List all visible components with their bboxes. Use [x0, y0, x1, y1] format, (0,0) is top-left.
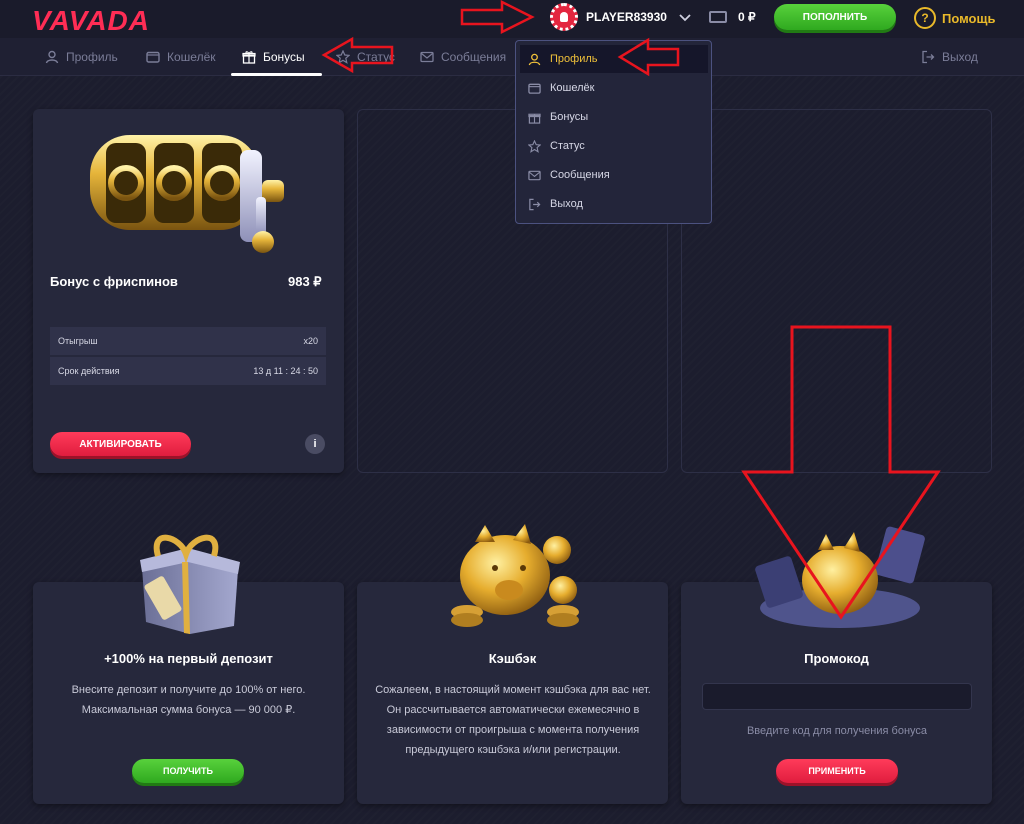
- dropdown-item-label: Кошелёк: [550, 82, 595, 94]
- profile-tabs: Профиль Кошелёк Бонусы Статус Сообщения …: [0, 38, 1024, 76]
- deposit-bonus-text: Внесите депозит и получите до 100% от не…: [71, 684, 306, 716]
- deposit-bonus-title: +100% на первый депозит: [104, 651, 273, 666]
- promocode-title: Промокод: [804, 651, 869, 666]
- dropdown-item-label: Статус: [550, 140, 585, 152]
- logout-icon: [529, 198, 541, 210]
- help-link[interactable]: Помощь: [942, 11, 995, 26]
- dropdown-item-label: Профиль: [550, 53, 598, 65]
- mail-icon: [528, 170, 541, 180]
- slot-machine-illustration: [90, 135, 284, 253]
- promocode-input[interactable]: [702, 683, 972, 710]
- dropdown-item-wallet[interactable]: Кошелёк: [520, 74, 708, 102]
- tab-label: Бонусы: [263, 50, 305, 64]
- bonus-title: Бонус с фриспинов: [50, 274, 178, 289]
- get-bonus-button[interactable]: ПОЛУЧИТЬ: [132, 759, 244, 783]
- dropdown-item-label: Сообщения: [550, 169, 610, 181]
- promocode-illustration: [755, 526, 925, 628]
- dropdown-item-messages[interactable]: Сообщения: [520, 161, 708, 189]
- top-header: VAVADA PLAYER83930 0 ₽ ПОПОЛНИТЬ ? Помощ…: [0, 0, 1024, 38]
- wager-label: Отыгрыш: [58, 336, 98, 346]
- gift-box-illustration: [140, 534, 240, 634]
- dropdown-item-profile[interactable]: Профиль: [520, 45, 708, 73]
- expiry-value: 13 д 11 : 24 : 50: [253, 366, 318, 376]
- wallet-icon: [528, 83, 541, 94]
- gift-icon: [528, 113, 541, 124]
- tab-label: Статус: [357, 50, 395, 64]
- chevron-down-icon[interactable]: [678, 8, 692, 28]
- star-icon: [336, 50, 350, 64]
- dropdown-item-label: Выход: [550, 198, 583, 210]
- username[interactable]: PLAYER83930: [586, 10, 667, 24]
- user-icon: [45, 50, 59, 64]
- wager-value: x20: [303, 336, 318, 346]
- help-icon[interactable]: ?: [914, 7, 936, 29]
- wager-row: Отыгрыш x20: [50, 327, 326, 355]
- wallet-icon: [709, 11, 727, 23]
- avatar[interactable]: [550, 3, 578, 31]
- apply-promocode-button[interactable]: ПРИМЕНИТЬ: [776, 759, 898, 783]
- user-icon: [528, 53, 541, 65]
- expiry-label: Срок действия: [58, 366, 120, 376]
- cashback-title: Кэшбэк: [488, 651, 537, 666]
- wallet-icon: [146, 51, 160, 63]
- gift-icon: [242, 51, 256, 64]
- tab-label: Сообщения: [441, 50, 507, 64]
- dropdown-item-logout[interactable]: Выход: [520, 190, 708, 218]
- info-icon[interactable]: i: [305, 434, 325, 454]
- activate-button[interactable]: АКТИВИРОВАТЬ: [50, 432, 191, 456]
- balance: 0 ₽: [738, 10, 756, 24]
- tab-status[interactable]: Статус: [336, 38, 395, 76]
- empty-bonus-slot: [681, 109, 992, 473]
- tab-wallet[interactable]: Кошелёк: [146, 38, 216, 76]
- tab-profile[interactable]: Профиль: [45, 38, 118, 76]
- profile-dropdown-menu: Профиль Кошелёк Бонусы Статус Сообщения …: [515, 40, 712, 224]
- tab-label: Выход: [942, 50, 978, 64]
- cashback-text: Сожалеем, в настоящий момент кэшбэка для…: [375, 684, 651, 756]
- tab-logout[interactable]: Выход: [921, 38, 978, 76]
- site-logo[interactable]: VAVADA: [32, 5, 150, 37]
- tab-label: Профиль: [66, 50, 118, 64]
- logout-icon: [922, 50, 935, 64]
- dropdown-item-label: Бонусы: [550, 111, 589, 123]
- tab-label: Кошелёк: [167, 50, 216, 64]
- expiry-row: Срок действия 13 д 11 : 24 : 50: [50, 357, 326, 385]
- deposit-button[interactable]: ПОПОЛНИТЬ: [774, 4, 896, 30]
- star-icon: [528, 139, 541, 153]
- mail-icon: [420, 51, 434, 63]
- bonus-amount: 983 ₽: [288, 274, 322, 289]
- tab-bonuses[interactable]: Бонусы: [242, 38, 305, 76]
- promocode-hint: Введите код для получения бонуса: [746, 725, 928, 737]
- piggy-bank-illustration: [451, 524, 579, 627]
- dropdown-item-bonuses[interactable]: Бонусы: [520, 103, 708, 131]
- active-tab-indicator: [231, 73, 322, 76]
- dropdown-item-status[interactable]: Статус: [520, 132, 708, 160]
- tab-messages[interactable]: Сообщения: [420, 38, 506, 76]
